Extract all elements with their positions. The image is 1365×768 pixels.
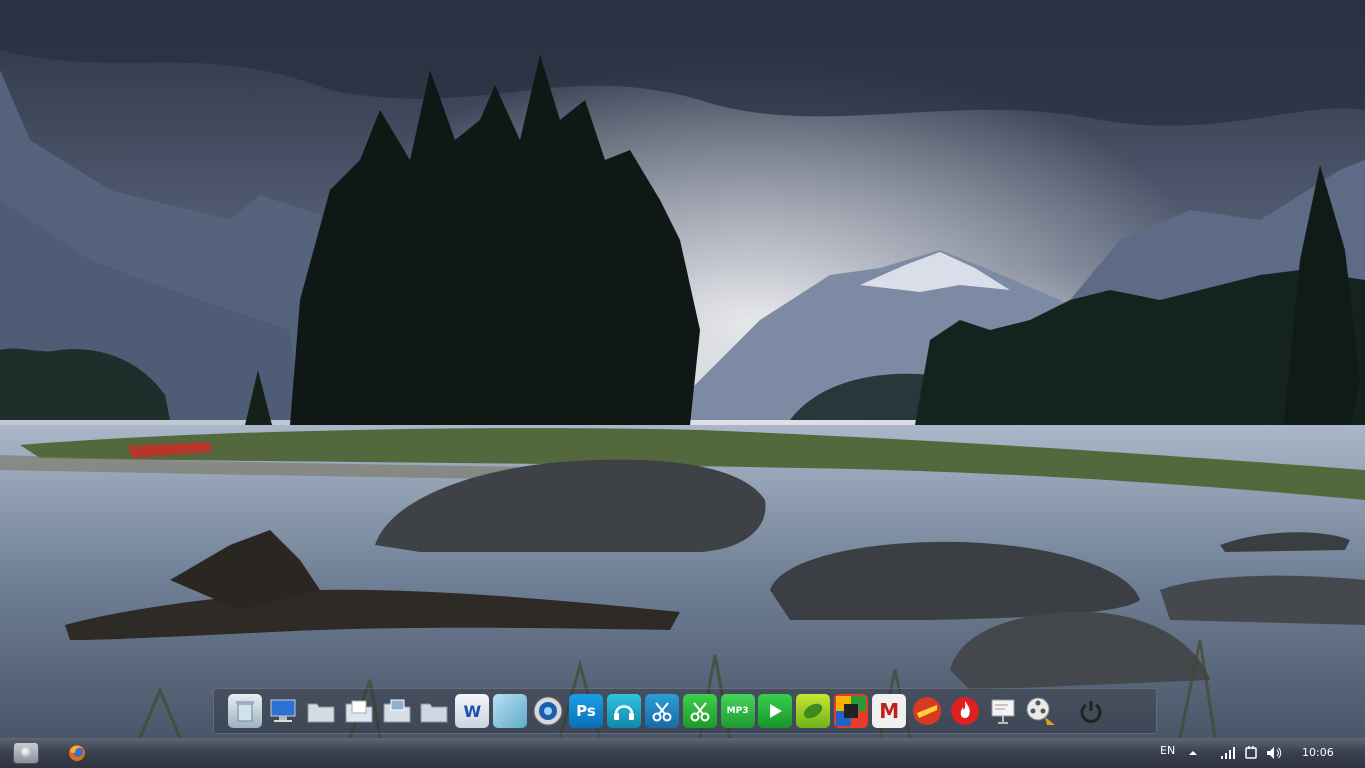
application-dock: W Ps MP3 M (213, 688, 1157, 734)
recycle-bin-icon[interactable] (228, 694, 262, 728)
m-logo-icon[interactable]: M (872, 694, 907, 728)
show-hidden-icons-icon[interactable] (1188, 748, 1198, 758)
headphones-icon[interactable] (606, 694, 641, 728)
firefox-taskbar-button[interactable] (64, 742, 90, 764)
pea-icon[interactable] (796, 694, 831, 728)
folder-icon[interactable] (304, 694, 338, 728)
color-blocks-icon[interactable] (834, 694, 869, 728)
power-plug-icon[interactable] (1244, 745, 1258, 761)
documents-folder-icon[interactable] (342, 694, 376, 728)
language-indicator[interactable]: EN (1160, 744, 1175, 757)
mp3-icon-label: MP3 (726, 706, 749, 716)
desktop-wallpaper (0, 0, 1365, 767)
file-icon[interactable] (493, 694, 528, 728)
flame-icon[interactable] (948, 694, 982, 728)
start-button[interactable] (13, 742, 39, 764)
volume-icon[interactable] (1266, 746, 1282, 760)
computer-icon[interactable] (266, 694, 300, 728)
photoshop-icon-label: Ps (576, 702, 596, 720)
firefox-icon (69, 745, 85, 761)
presentation-icon[interactable] (986, 694, 1020, 728)
scissors-icon[interactable] (644, 694, 679, 728)
scissors-icon-2[interactable] (682, 694, 717, 728)
word-icon[interactable]: W (455, 694, 490, 728)
ccleaner-icon[interactable] (910, 694, 944, 728)
pictures-folder-icon[interactable] (380, 694, 414, 728)
word-icon-label: W (463, 701, 482, 721)
film-reel-icon[interactable] (1024, 694, 1058, 728)
folder-icon-2[interactable] (417, 694, 451, 728)
play-icon[interactable] (758, 694, 793, 728)
media-player-icon[interactable] (531, 694, 565, 728)
photoshop-icon[interactable]: Ps (569, 694, 604, 728)
power-icon[interactable] (1074, 694, 1108, 728)
network-signal-icon[interactable] (1220, 746, 1236, 760)
mp3-icon[interactable]: MP3 (720, 694, 755, 728)
system-tray (1188, 741, 1282, 765)
clock[interactable]: 10:06 (1302, 746, 1334, 759)
taskbar: EN 10:06 (0, 738, 1365, 768)
m-logo-icon-label: M (879, 699, 900, 723)
